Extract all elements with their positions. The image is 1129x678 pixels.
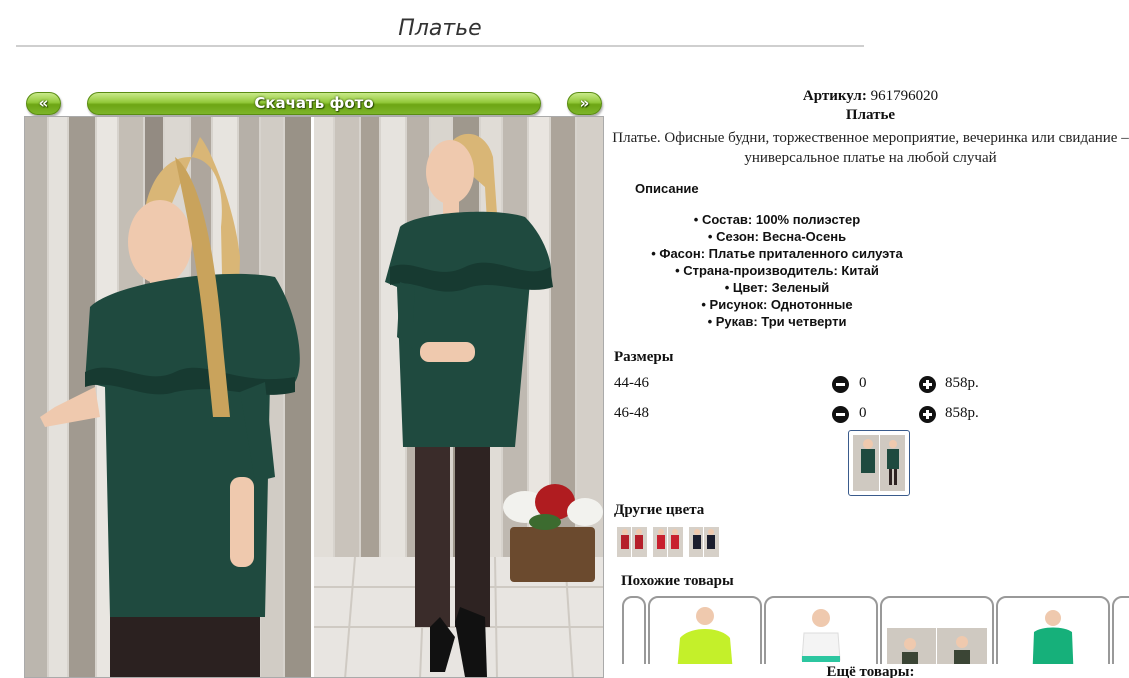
next-photo-button[interactable]: » — [567, 92, 602, 115]
sizes-heading: Размеры — [614, 349, 674, 365]
plus-icon[interactable] — [919, 376, 936, 393]
color-variant-thumbnail[interactable] — [617, 527, 647, 557]
spec-item: • Состав: 100% полиэстер — [693, 212, 861, 227]
spec-item: • Сезон: Весна-Осень — [707, 229, 847, 244]
spec-list: • Состав: 100% полиэстер • Сезон: Весна-… — [612, 211, 942, 330]
other-colors-heading: Другие цвета — [614, 502, 705, 518]
size-label: 46-48 — [614, 405, 649, 421]
plus-icon[interactable] — [919, 406, 936, 423]
size-row: 44-46 0 858р. — [614, 375, 1014, 395]
spec-item: • Фасон: Платье приталенного силуэта — [651, 246, 903, 261]
color-variant-thumbnail[interactable] — [689, 527, 719, 557]
product-info: Артикул: 961796020 Платье Платье. Офисны… — [612, 88, 1129, 168]
minus-icon[interactable] — [832, 406, 849, 423]
product-description: Платье. Офисные будни, торжественное мер… — [612, 130, 1129, 166]
article-label: Артикул: — [802, 88, 867, 104]
quantity-value: 0 — [859, 405, 867, 421]
article-line: Артикул: 961796020 — [612, 88, 1129, 105]
description-heading: Описание — [635, 181, 699, 196]
size-label: 44-46 — [614, 375, 649, 391]
product-name: Платье — [845, 107, 896, 123]
page-title: Платье — [398, 16, 482, 41]
product-thumbnail[interactable] — [848, 430, 910, 496]
size-row: 46-48 0 858р. — [614, 405, 1014, 425]
spec-item: • Рисунок: Однотонные — [701, 297, 853, 312]
similar-products-heading: Похожие товары — [621, 573, 734, 589]
price-value: 858р. — [945, 405, 979, 421]
title-divider — [16, 45, 864, 47]
download-photo-button[interactable]: Скачать фото — [87, 92, 541, 115]
spec-item: • Цвет: Зеленый — [724, 280, 830, 295]
prev-photo-button[interactable]: « — [26, 92, 61, 115]
spec-item: • Рукав: Три четверти — [707, 314, 847, 329]
article-value: 961796020 — [870, 88, 939, 104]
minus-icon[interactable] — [832, 376, 849, 393]
spec-item: • Страна-производитель: Китай — [675, 263, 879, 278]
product-photo — [24, 116, 604, 678]
color-variant-thumbnail[interactable] — [653, 527, 683, 557]
more-products-link[interactable]: Ещё товары: — [612, 664, 1129, 678]
price-value: 858р. — [945, 375, 979, 391]
quantity-value: 0 — [859, 375, 867, 391]
